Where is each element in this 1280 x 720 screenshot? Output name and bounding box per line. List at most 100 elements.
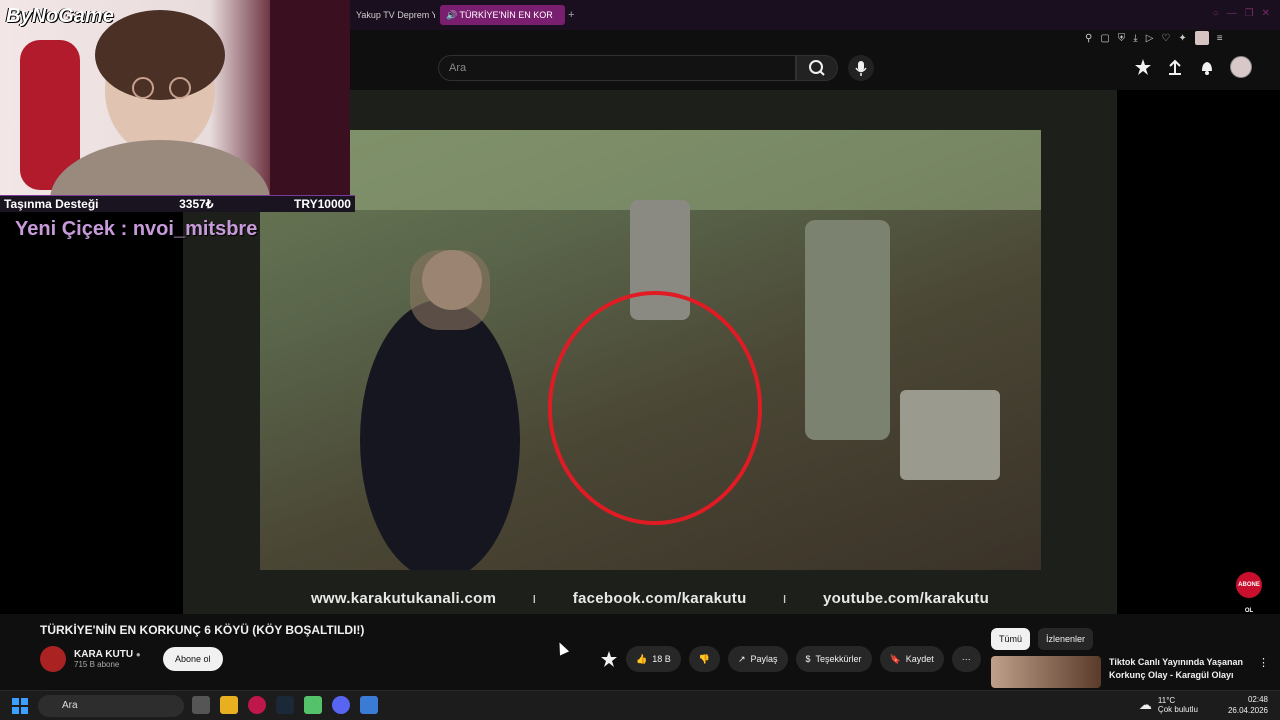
plus-icon[interactable]: + [568, 5, 574, 25]
snapshot-icon[interactable]: ▢ [1100, 33, 1109, 44]
webcam-feed [20, 0, 350, 195]
kebab-menu-icon[interactable]: ⋮ [1258, 656, 1269, 688]
upload-icon[interactable] [1166, 58, 1184, 76]
share-icon: ↗ [737, 653, 746, 664]
pin-icon[interactable]: ⚲ [1085, 33, 1092, 44]
extension-icon[interactable]: ✦ [1178, 33, 1186, 44]
heart-icon[interactable]: ♡ [1161, 33, 1170, 44]
recommended-title[interactable]: Tiktok Canlı Yayınında Yaşanan Korkunç O… [1109, 656, 1254, 688]
tab-active-video[interactable]: 🔊 TÜRKİYE'NİN EN KOR [440, 5, 565, 25]
taskbar-apps [192, 696, 378, 714]
video-title: TÜRKİYE'NİN EN KORKUNÇ 6 KÖYÜ (KÖY BOŞAL… [40, 623, 365, 637]
video-actions: 👍 18 B 👎 ↗ Paylaş $ Teşekkürler 🔖 Kaydet… [600, 646, 981, 672]
subscriber-count: 715 B abone [74, 660, 120, 669]
menu-icon[interactable]: ≡ [1217, 33, 1223, 44]
save-label: Kaydet [905, 654, 934, 664]
verified-icon: ● [135, 650, 141, 659]
mic-icon [855, 61, 867, 76]
youtube-header: Ara [350, 46, 1280, 90]
channel-logo: ByNoGame [6, 5, 114, 27]
chip-watched[interactable]: İzlenenler [1038, 628, 1094, 650]
streamer-webcam: ByNoGame [0, 0, 350, 195]
channel-info: KARA KUTU ● 715 B abone [74, 649, 141, 669]
download-icon[interactable]: ⤓ [1133, 33, 1137, 44]
cemetery-scene [260, 130, 1041, 580]
channel-avatar[interactable] [40, 646, 66, 672]
search-input[interactable]: Ara [438, 55, 796, 81]
clock-date: 26.04.2026 [1227, 706, 1268, 715]
bookmark-icon: 🔖 [889, 653, 901, 664]
weather-temp: 11°C [1157, 696, 1176, 705]
windows-taskbar: Ara ☁ 11°C Çok bulutlu 02:48 26.04.2026 [0, 690, 1280, 720]
mouse-cursor [554, 640, 570, 656]
channel-row: KARA KUTU ● 715 B abone Abone ol [40, 645, 223, 673]
profile-avatar[interactable] [1194, 31, 1209, 45]
channel-name[interactable]: KARA KUTU ● [74, 649, 141, 660]
thumbs-down-icon: 👎 [698, 653, 710, 664]
shield-icon[interactable]: ⛨ [1118, 33, 1126, 44]
user-avatar[interactable] [1230, 56, 1252, 78]
thanks-label: Teşekkürler [815, 654, 862, 664]
app-icon[interactable] [360, 696, 378, 714]
search-button[interactable] [796, 55, 838, 81]
task-view-icon[interactable] [192, 696, 210, 714]
browser-toolbar-icons: ⚲ ▢ ⛨ ⤓ ▷ ♡ ✦ ≡ [1085, 30, 1280, 46]
opera-gx-icon[interactable] [248, 696, 266, 714]
share-button[interactable]: ↗ Paylaş [727, 646, 788, 672]
watermark-separator: ı [532, 589, 537, 607]
subscribe-button[interactable]: Abone ol [162, 647, 223, 671]
create-icon[interactable] [1134, 58, 1152, 76]
goal-label: Taşınma Desteği [4, 197, 99, 211]
video-watermark-links: www.karakutukanali.com ı facebook.com/ka… [183, 582, 1117, 614]
dislike-button[interactable]: 👎 [688, 646, 720, 672]
bell-icon[interactable] [1198, 58, 1216, 76]
tab-label: TÜRKİYE'NİN EN KOR [459, 10, 553, 20]
window-controls: ○ — ❐ ✕ [1213, 8, 1270, 19]
recommended-video[interactable]: Tiktok Canlı Yayınında Yaşanan Korkunç O… [991, 656, 1271, 688]
thanks-button[interactable]: $ Teşekkürler [795, 646, 872, 672]
voice-search-button[interactable] [848, 55, 874, 81]
watermark-facebook: facebook.com/karakutu [572, 589, 747, 607]
discord-icon[interactable] [332, 696, 350, 714]
weather-desc: Çok bulutlu [1157, 705, 1198, 714]
maximize-icon[interactable]: ❐ [1245, 8, 1254, 19]
subscribe-badge: ABONE OL [1236, 572, 1262, 614]
save-button[interactable]: 🔖 Kaydet [879, 646, 944, 672]
play-icon[interactable]: ▷ [1146, 33, 1154, 44]
header-actions [1134, 56, 1252, 78]
kick-app-icon[interactable] [304, 696, 322, 714]
watermark-youtube: youtube.com/karakutu [823, 589, 990, 607]
tab-yakup-tv[interactable]: Yakup TV Deprem Y [350, 5, 435, 25]
search-icon [809, 60, 825, 76]
video-still-image [260, 130, 1041, 580]
minimize-icon[interactable]: — [1227, 8, 1237, 19]
chip-all[interactable]: Tümü [991, 628, 1031, 650]
search-icon[interactable]: ○ [1213, 8, 1219, 19]
recommended-thumbnail[interactable] [991, 656, 1101, 688]
watermark-website: www.karakutukanali.com [310, 589, 497, 607]
taskbar-search[interactable]: Ara [38, 695, 184, 717]
browser-tab-bar: Yakup TV Deprem Y 🔊 TÜRKİYE'NİN EN KOR +… [350, 0, 1280, 30]
new-follower-alert: Yeni Çiçek : nvoi_mitsbre [15, 218, 258, 240]
goal-target: TRY10000 [294, 197, 351, 211]
donation-goal-bar: Taşınma Desteği 3357₺ TRY10000 [0, 195, 355, 212]
taskbar-clock[interactable]: 02:48 26.04.2026 [1228, 694, 1268, 716]
like-button[interactable]: 👍 18 B [626, 646, 681, 672]
channel-name-text: KARA KUTU [74, 649, 134, 660]
thanks-icon: $ [805, 654, 811, 664]
more-actions-button[interactable]: ⋯ [951, 646, 981, 672]
windows-start-icon[interactable] [12, 698, 28, 714]
clock-time: 02:48 [1247, 695, 1268, 704]
more-icon: ⋯ [961, 653, 971, 664]
share-label: Paylaş [750, 654, 778, 664]
speaker-icon: 🔊 [446, 10, 460, 20]
tab-label: Yakup TV Deprem Y [356, 10, 435, 20]
steam-icon[interactable] [276, 696, 294, 714]
file-explorer-icon[interactable] [220, 696, 238, 714]
watermark-separator: ı [782, 589, 788, 607]
system-tray: ☁ 11°C Çok bulutlu 02:48 26.04.2026 [1139, 694, 1268, 716]
close-icon[interactable]: ✕ [1262, 8, 1270, 19]
thumbs-up-icon: 👍 [636, 653, 648, 664]
create-clip-icon[interactable] [600, 650, 618, 668]
weather-widget[interactable]: ☁ 11°C Çok bulutlu [1139, 696, 1198, 714]
